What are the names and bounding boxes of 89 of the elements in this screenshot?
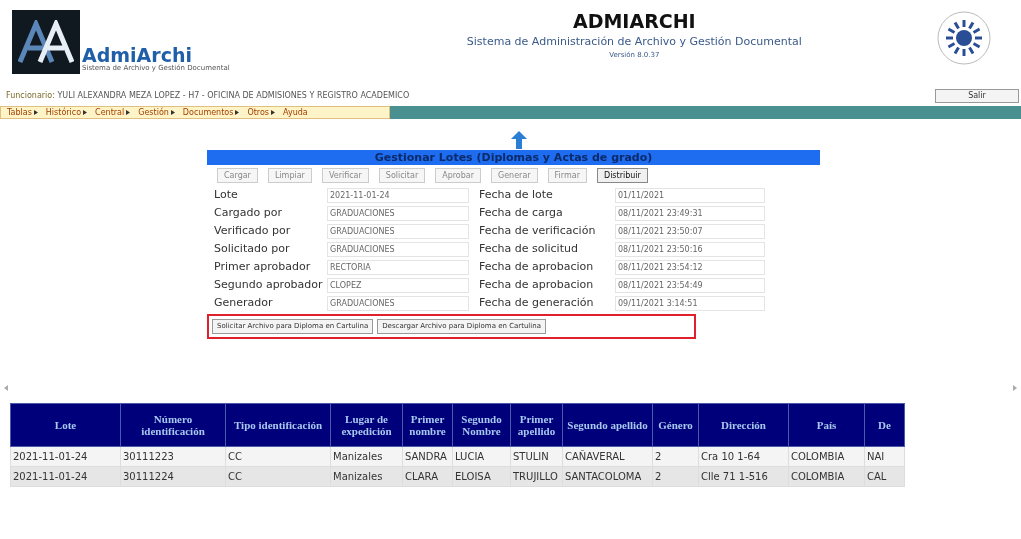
field-label: Segundo aprobador — [214, 276, 324, 293]
column-header[interactable]: Tipo identificación — [225, 403, 331, 447]
table-cell: 2021-11-01-24 — [10, 466, 121, 487]
triangle-icon — [235, 110, 240, 115]
scroll-left-icon[interactable] — [4, 385, 8, 391]
table-cell: CAÑAVERAL — [562, 446, 653, 467]
field-label: Lote — [214, 186, 239, 203]
table-cell: Clle 71 1-516 — [698, 466, 789, 487]
date-field[interactable]: 08/11/2021 23:50:07 — [615, 223, 765, 239]
menu-item[interactable]: Ayuda — [283, 108, 308, 117]
table-cell: Cra 10 1-64 — [698, 446, 789, 467]
date-field[interactable]: 09/11/2021 3:14:51 — [615, 295, 765, 311]
menu-item[interactable]: Central — [95, 108, 131, 117]
menu-item[interactable]: Tablas — [7, 108, 38, 117]
table-cell: TRUJILLO — [510, 466, 563, 487]
table-cell: CAL — [864, 466, 905, 487]
triangle-icon — [271, 110, 275, 115]
field-label: Fecha de aprobacion — [479, 276, 595, 293]
panel-title: Gestionar Lotes (Diplomas y Actas de grado) — [207, 150, 820, 165]
table-cell: 2 — [652, 446, 699, 467]
table-cell: NAI — [864, 446, 905, 467]
field-label: Fecha de generación — [479, 294, 595, 311]
value-field[interactable]: 2021-11-01-24 — [327, 187, 469, 203]
field-label: Fecha de carga — [479, 204, 564, 221]
date-field[interactable]: 01/11/2021 — [615, 187, 765, 203]
column-header[interactable]: Primer nombre — [402, 403, 453, 447]
field-label: Solicitado por — [214, 240, 291, 257]
table-cell: 2 — [652, 466, 699, 487]
field-label: Fecha de lote — [479, 186, 554, 203]
table-cell: SANDRA — [402, 446, 453, 467]
table-cell: CC — [225, 466, 331, 487]
column-header[interactable]: Género — [652, 403, 699, 447]
table-cell: CLARA — [402, 466, 453, 487]
triangle-icon — [170, 110, 175, 115]
value-field[interactable]: GRADUACIONES — [327, 241, 469, 257]
table-cell: 2021-11-01-24 — [10, 446, 121, 467]
menu-item[interactable]: Gestión — [138, 108, 175, 117]
menu-item[interactable]: Documentos — [182, 108, 240, 117]
app-title: ADMIARCHI — [573, 10, 696, 34]
table-cell: COLOMBIA — [788, 466, 865, 487]
column-header[interactable]: Número identificación — [120, 403, 226, 447]
table-cell: 30111224 — [120, 466, 226, 487]
column-header[interactable]: Primer apellido — [510, 403, 563, 447]
field-label: Fecha de solicitud — [479, 240, 579, 257]
table-cell: CC — [225, 446, 331, 467]
letters-logo-icon — [18, 20, 74, 64]
field-label: Generador — [214, 294, 274, 311]
field-label: Cargado por — [214, 204, 283, 221]
table-cell: 30111223 — [120, 446, 226, 467]
table-cell: SANTACOLOMA — [562, 466, 653, 487]
menu-item[interactable]: Otros — [247, 108, 275, 117]
value-field[interactable]: RECTORIA — [327, 259, 469, 275]
date-field[interactable]: 08/11/2021 23:50:16 — [615, 241, 765, 257]
triangle-icon — [33, 110, 38, 115]
field-label: Fecha de aprobacion — [479, 258, 595, 275]
up-arrow-icon[interactable] — [510, 131, 527, 149]
value-field[interactable]: GRADUACIONES — [327, 205, 469, 221]
column-header[interactable]: País — [788, 403, 865, 447]
university-seal-icon — [934, 10, 994, 66]
table-cell: COLOMBIA — [788, 446, 865, 467]
date-field[interactable]: 08/11/2021 23:54:12 — [615, 259, 765, 275]
logo-text: AdmiArchi — [82, 46, 192, 65]
value-field[interactable]: GRADUACIONES — [327, 223, 469, 239]
scroll-right-icon[interactable] — [1013, 385, 1017, 391]
date-field[interactable]: 08/11/2021 23:54:49 — [615, 277, 765, 293]
column-header[interactable]: Lugar de expedición — [330, 403, 403, 447]
value-field[interactable]: GRADUACIONES — [327, 295, 469, 311]
column-header[interactable]: Segundo Nombre — [452, 403, 511, 447]
user-line: Funcionario: YULI ALEXANDRA MEZA LOPEZ - H7 - OFICINA DE ADMISIONES Y REGISTRO ACADEMICO — [6, 90, 411, 102]
table-cell: LUCIA — [452, 446, 511, 467]
table-cell: Manizales — [330, 446, 403, 467]
column-header[interactable]: Dirección — [698, 403, 789, 447]
table-cell: Manizales — [330, 466, 403, 487]
column-header[interactable]: De — [864, 403, 905, 447]
table-cell: ELOISA — [452, 466, 511, 487]
field-label: Verificado por — [214, 222, 292, 239]
field-label: Primer aprobador — [214, 258, 312, 275]
triangle-icon — [83, 110, 88, 115]
triangle-icon — [126, 110, 131, 115]
action-button[interactable]: Distribuir — [596, 168, 648, 183]
table-cell: STULIN — [510, 446, 563, 467]
value-field[interactable]: CLOPEZ — [327, 277, 469, 293]
logout-button[interactable]: Salir — [935, 89, 1019, 103]
column-header[interactable]: Lote — [10, 403, 121, 447]
menu-item[interactable]: Histórico — [45, 108, 88, 117]
app-subtitle: Sistema de Administración de Archivo y Gestión Documental — [466, 33, 802, 50]
column-header[interactable]: Segundo apellido — [562, 403, 653, 447]
date-field[interactable]: 08/11/2021 23:49:31 — [615, 205, 765, 221]
field-label: Fecha de verificación — [479, 222, 597, 239]
